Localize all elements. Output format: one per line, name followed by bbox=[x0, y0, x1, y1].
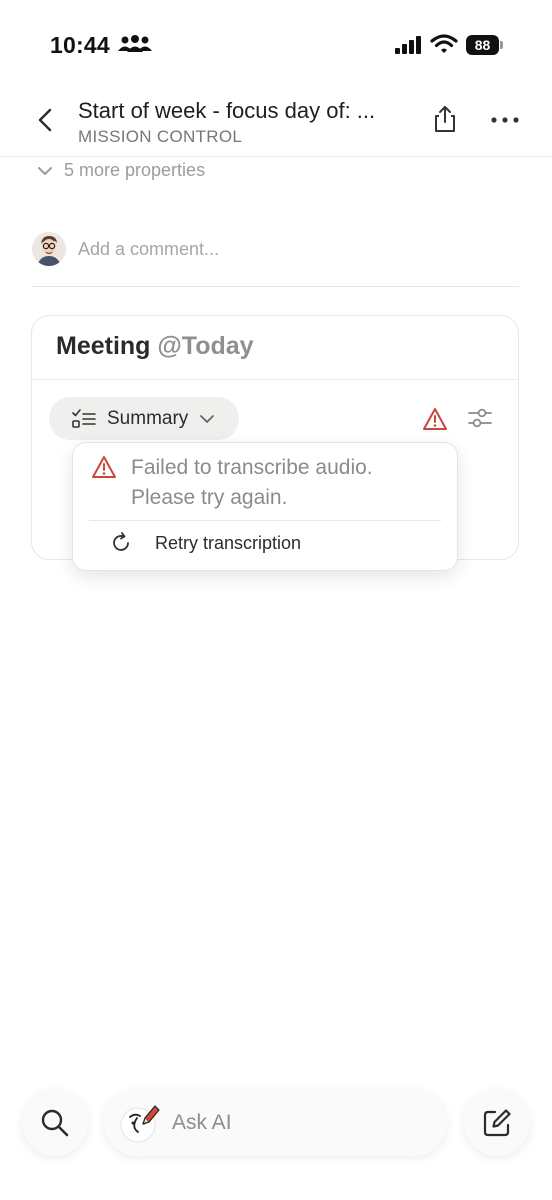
battery-level: 88 bbox=[466, 35, 499, 55]
chevron-down-icon bbox=[38, 166, 52, 175]
user-avatar bbox=[32, 232, 66, 266]
ai-assistant-icon bbox=[120, 1105, 160, 1143]
cellular-signal-icon bbox=[395, 36, 421, 54]
comment-divider bbox=[32, 286, 519, 287]
page: 10:44 88 Start of week - focus day of: .… bbox=[0, 0, 552, 1200]
ask-ai-label: Ask AI bbox=[172, 1111, 232, 1134]
page-title: Start of week - focus day of: ... bbox=[78, 98, 376, 123]
meeting-title: Meeting @Today bbox=[56, 332, 254, 361]
comment-row[interactable]: Add a comment... bbox=[32, 232, 219, 266]
warning-icon bbox=[92, 456, 116, 478]
transcription-error-popover: Failed to transcribe audio. Please try a… bbox=[72, 442, 458, 571]
ask-ai-input[interactable]: Ask AI bbox=[104, 1090, 447, 1156]
meeting-date-mention[interactable]: @Today bbox=[157, 332, 253, 360]
share-icon[interactable] bbox=[430, 104, 460, 134]
retry-transcription-button[interactable]: Retry transcription bbox=[109, 531, 301, 555]
new-page-button[interactable] bbox=[464, 1090, 530, 1156]
compose-icon bbox=[483, 1109, 511, 1137]
battery-indicator: 88 bbox=[466, 35, 504, 55]
battery-cap bbox=[500, 41, 503, 49]
chevron-down-icon bbox=[200, 414, 215, 423]
search-button[interactable] bbox=[22, 1090, 88, 1156]
summary-label: Summary bbox=[107, 407, 189, 429]
more-properties-label: 5 more properties bbox=[64, 160, 206, 180]
retry-label: Retry transcription bbox=[155, 532, 302, 553]
back-chevron-icon[interactable] bbox=[32, 106, 60, 134]
status-time: 10:44 bbox=[50, 32, 110, 58]
refresh-icon bbox=[113, 532, 129, 551]
warning-icon[interactable] bbox=[422, 407, 448, 431]
header-divider bbox=[0, 156, 552, 157]
more-properties-toggle[interactable]: 5 more properties bbox=[36, 160, 205, 181]
checklist-icon bbox=[72, 408, 96, 428]
sliders-icon[interactable] bbox=[467, 406, 493, 430]
page-breadcrumb[interactable]: MISSION CONTROL bbox=[78, 127, 242, 147]
people-icon bbox=[118, 35, 152, 52]
wifi-icon bbox=[430, 34, 458, 53]
search-icon bbox=[41, 1109, 69, 1137]
card-divider bbox=[32, 379, 518, 380]
summary-dropdown[interactable]: Summary bbox=[49, 397, 239, 440]
popover-divider bbox=[89, 520, 441, 521]
comment-input[interactable]: Add a comment... bbox=[78, 239, 219, 260]
meeting-title-label: Meeting bbox=[56, 332, 151, 360]
more-options-icon[interactable] bbox=[490, 110, 520, 130]
error-message: Failed to transcribe audio. Please try a… bbox=[131, 456, 373, 509]
